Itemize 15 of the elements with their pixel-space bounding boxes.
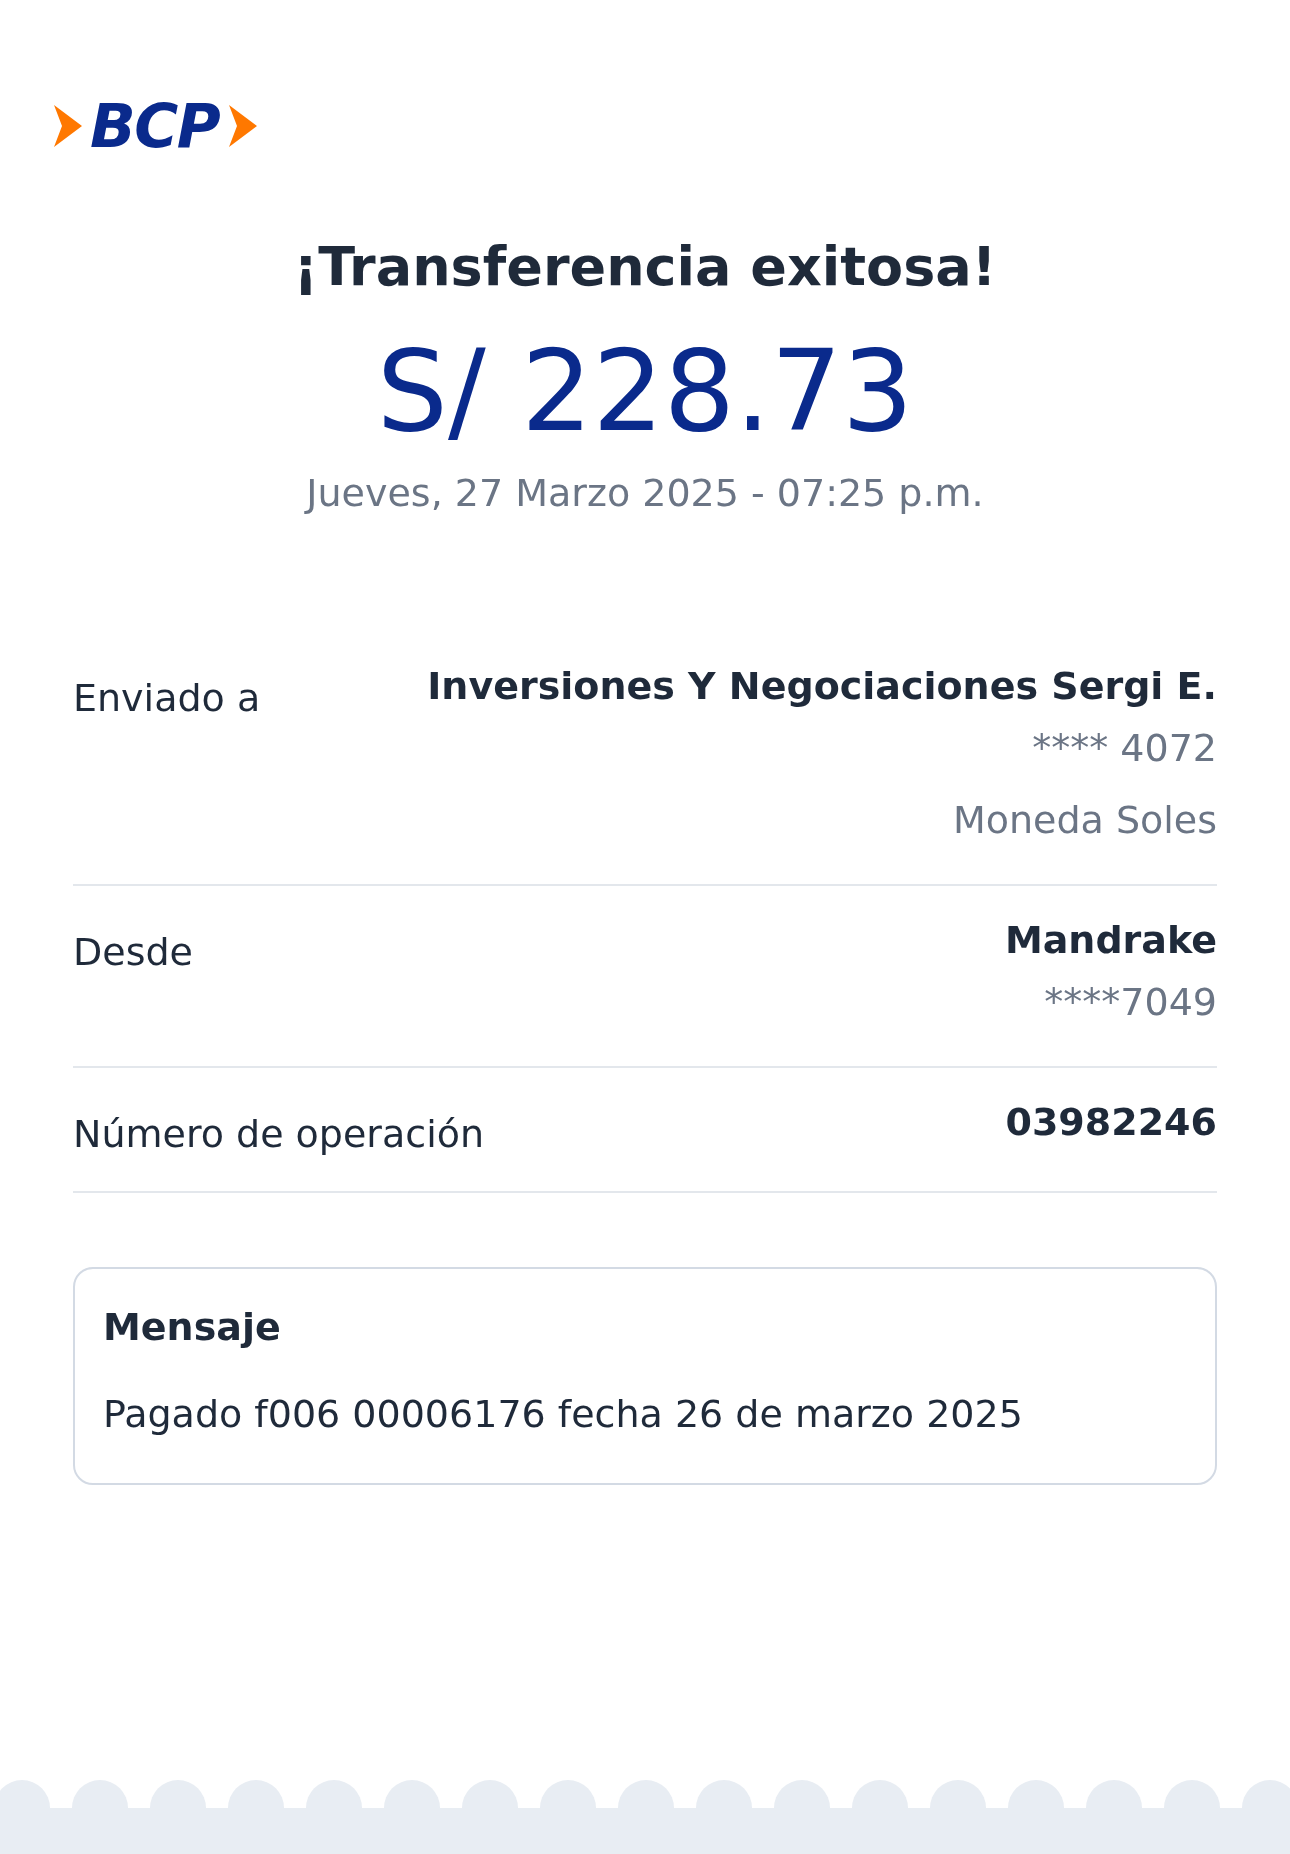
detail-label: Número de operación — [73, 1111, 485, 1158]
detail-value: Mandrake — [1004, 917, 1217, 964]
logo-text: BCP — [90, 96, 220, 156]
detail-value: ****7049 — [1044, 979, 1217, 1026]
detail-value: 03982246 — [1005, 1099, 1217, 1146]
detail-value: Inversiones Y Negociaciones Sergi E. — [427, 663, 1217, 710]
date-time: Jueves, 27 Marzo 2025 - 07:25 p.m. — [306, 470, 984, 517]
amount: S/ 228.73 — [376, 325, 914, 458]
success-title: ¡Transferencia exitosa! — [293, 234, 997, 300]
message-heading: Mensaje — [103, 1304, 282, 1351]
detail-label: Enviado a — [73, 675, 261, 722]
message-text: Pagado f006 00006176 fecha 26 de marzo 2025 — [103, 1391, 1024, 1438]
detail-value: Moneda Soles — [952, 797, 1217, 844]
detail-label: Desde — [73, 929, 193, 976]
detail-value: **** 4072 — [1032, 725, 1217, 772]
